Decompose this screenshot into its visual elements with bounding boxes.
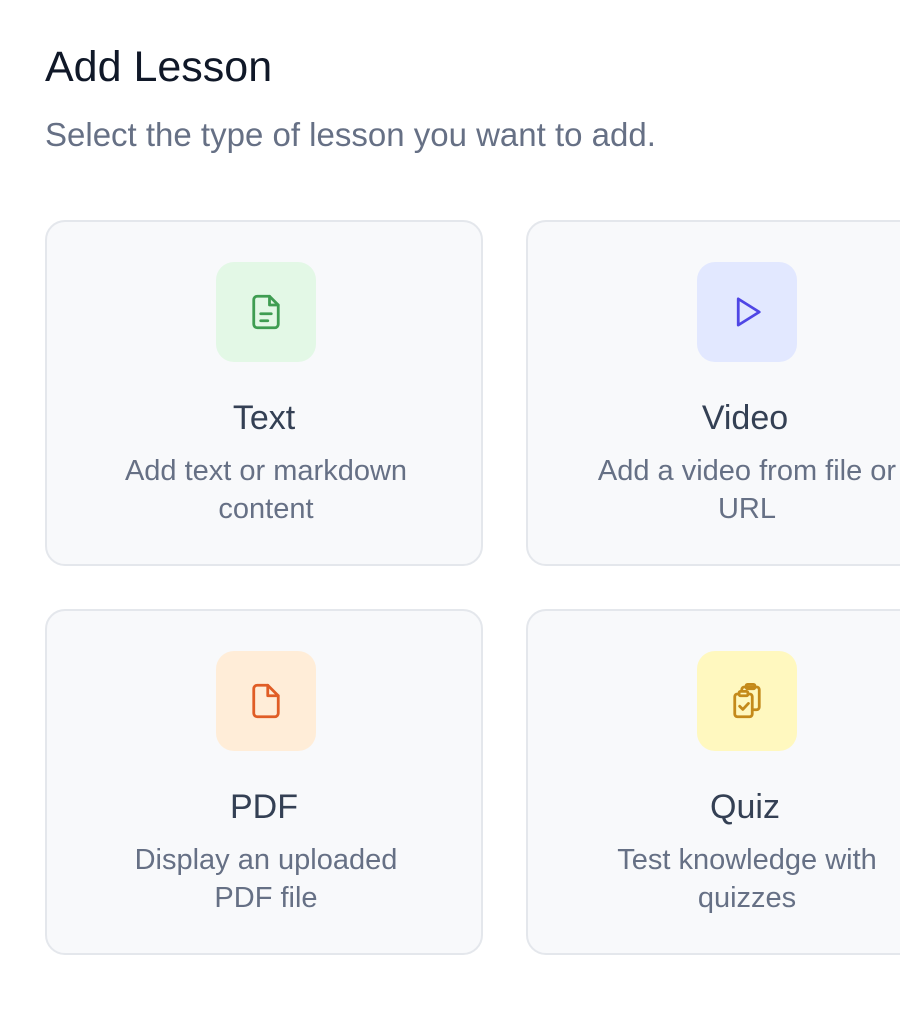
description-line: PDF file	[214, 882, 318, 914]
lesson-type-title: Text	[232, 399, 296, 437]
file-icon	[252, 683, 280, 719]
description-line: content	[218, 493, 314, 525]
lesson-type-title: Video	[701, 399, 789, 437]
clipboard-check-icon	[733, 682, 761, 719]
lesson-type-description: Add text or markdown content	[47, 452, 481, 528]
file-text-icon	[252, 294, 280, 330]
description-line: Add text or markdown	[124, 455, 408, 487]
description-line: Display an uploaded	[134, 844, 398, 876]
text-icon-box	[216, 262, 316, 362]
play-icon	[736, 297, 761, 327]
description-line: URL	[717, 493, 776, 525]
lesson-type-pdf-card[interactable]: PDF Display an uploaded PDF file	[45, 609, 483, 955]
description-line: Add a video from file or	[597, 455, 897, 487]
lesson-type-description: Display an uploaded PDF file	[47, 841, 481, 917]
description-line: quizzes	[697, 882, 797, 914]
lesson-type-video-card[interactable]: Video Add a video from file or URL	[526, 220, 900, 566]
quiz-icon-box	[697, 651, 797, 751]
lesson-type-text-card[interactable]: Text Add text or markdown content	[45, 220, 483, 566]
lesson-type-title: Quiz	[710, 788, 780, 826]
dialog-title: Add Lesson	[45, 43, 273, 91]
lesson-type-quiz-card[interactable]: Quiz Test knowledge with quizzes	[526, 609, 900, 955]
add-lesson-dialog: Add Lesson Select the type of lesson you…	[45, 0, 900, 1028]
lesson-type-description: Add a video from file or URL	[528, 452, 900, 528]
dialog-subtitle: Select the type of lesson you want to ad…	[45, 116, 656, 153]
pdf-icon-box	[216, 651, 316, 751]
video-icon-box	[697, 262, 797, 362]
description-line: Test knowledge with	[617, 844, 877, 876]
lesson-type-title: PDF	[230, 788, 298, 826]
lesson-type-description: Test knowledge with quizzes	[528, 841, 900, 917]
